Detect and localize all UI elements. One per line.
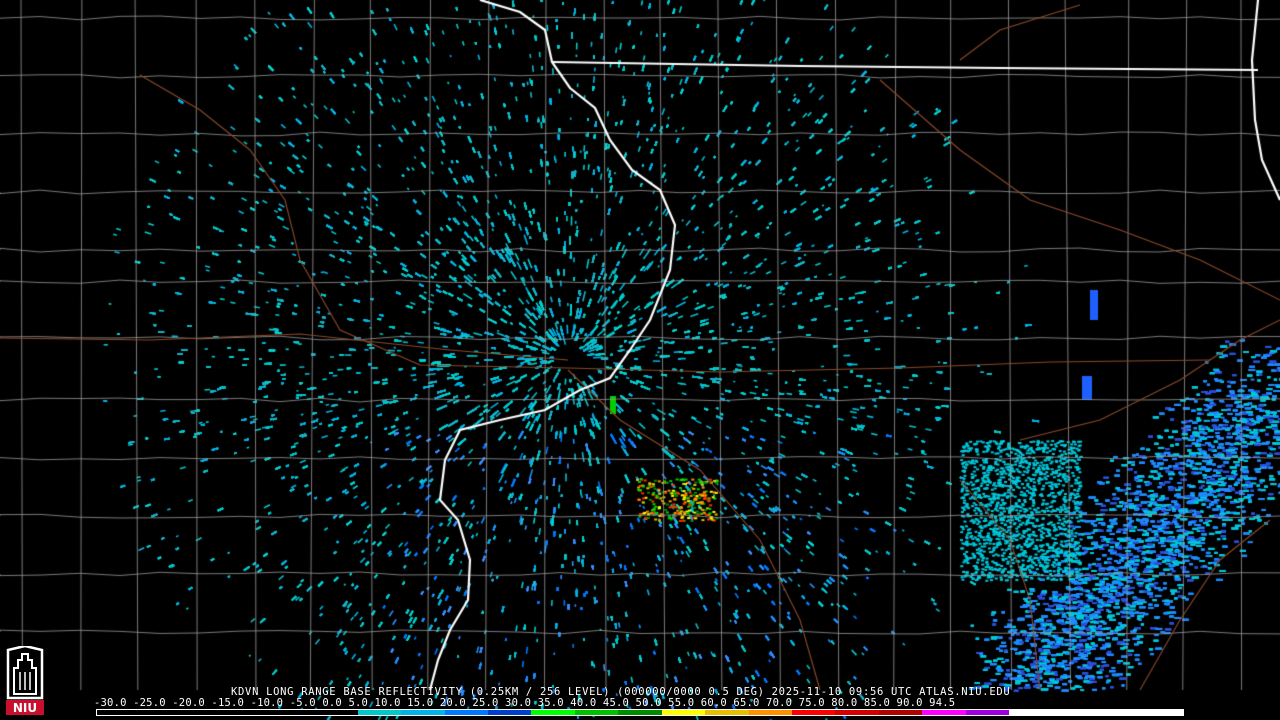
- scale-label: 55.0: [668, 697, 695, 709]
- scale-label: 25.0: [472, 697, 499, 709]
- color-scale-segment: [878, 710, 923, 715]
- scale-label: 50.0: [635, 697, 662, 709]
- scale-label: 94.5: [929, 697, 956, 709]
- scale-label: -15.0: [211, 697, 245, 709]
- scale-label: 45.0: [602, 697, 630, 709]
- scale-label: -30.0: [94, 697, 127, 709]
- color-scale-bar: [96, 709, 1184, 716]
- radar-map: [0, 0, 1280, 720]
- color-scale-segment: [922, 710, 966, 715]
- color-scale-segment: [183, 710, 228, 715]
- color-scale-segment: [444, 710, 488, 715]
- color-scale-segment: [792, 710, 836, 715]
- color-scale-segment: [618, 710, 662, 715]
- scale-label: 0.0: [322, 697, 342, 709]
- scale-label: -10.0: [250, 697, 284, 709]
- scale-label: 35.0: [537, 697, 564, 709]
- logo-text: NIU: [13, 701, 37, 715]
- color-scale-segment: [314, 710, 358, 715]
- color-scale-segment: [270, 710, 315, 715]
- scale-label: 10.0: [374, 697, 401, 709]
- color-scale-segment: [574, 710, 619, 715]
- color-scale-segment: [705, 710, 749, 715]
- color-scale-segment: [1096, 710, 1140, 715]
- scale-label: 30.0: [505, 697, 532, 709]
- color-scale-segment: [401, 710, 445, 715]
- color-scale-segment: [357, 710, 402, 715]
- color-scale-segment: [487, 710, 532, 715]
- scale-label: 75.0: [798, 697, 825, 709]
- color-scale-segment: [965, 710, 1010, 715]
- color-scale-segment: [1052, 710, 1097, 715]
- scale-label: 70.0: [766, 697, 793, 709]
- color-scale-labels: -30.0 -25.0 -20.0 -15.0 -10.0 -5.0 0.0 5…: [94, 697, 955, 709]
- color-scale-segment: [227, 710, 271, 715]
- niu-tower-logo-icon: NIU: [4, 646, 46, 716]
- scale-label: 80.0: [831, 697, 858, 709]
- scale-label: -20.0: [172, 697, 205, 709]
- scale-label: 5.0: [348, 697, 369, 709]
- scale-label: 85.0: [863, 697, 891, 709]
- color-scale-segment: [661, 710, 706, 715]
- scale-label: -25.0: [133, 697, 166, 709]
- scale-label: 90.0: [896, 697, 923, 709]
- color-scale-segment: [140, 710, 184, 715]
- scale-label: -5.0: [289, 697, 316, 709]
- scale-label: 20.0: [439, 697, 466, 709]
- scale-label: 40.0: [570, 697, 597, 709]
- scale-label: 15.0: [407, 697, 434, 709]
- color-scale-segment: [1139, 710, 1183, 715]
- color-scale-segment: [97, 710, 141, 715]
- scale-label: 60.0: [700, 697, 727, 709]
- color-scale-segment: [748, 710, 792, 715]
- color-scale-segment: [1009, 710, 1053, 715]
- scale-label: 65.0: [733, 697, 760, 709]
- color-scale-segment: [531, 710, 575, 715]
- color-scale-segment: [835, 710, 879, 715]
